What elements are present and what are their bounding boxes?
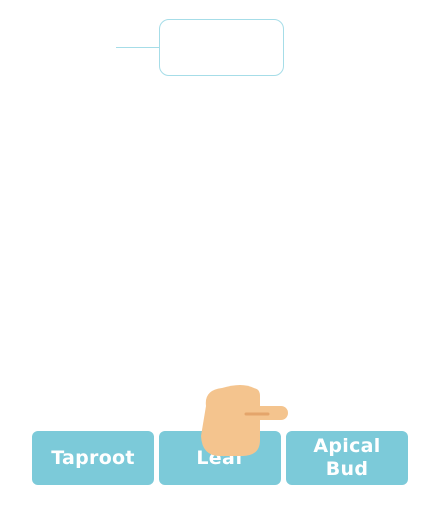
answer-drop-slot[interactable] (159, 19, 284, 76)
answer-label: Taproot (51, 446, 135, 469)
answer-choices: Taproot Leaf Apical Bud (32, 431, 408, 485)
answer-label: Leaf (196, 446, 244, 469)
answer-button-leaf[interactable]: Leaf (159, 431, 281, 485)
label-leader-line (116, 47, 160, 48)
answer-button-taproot[interactable]: Taproot (32, 431, 154, 485)
answer-label: Apical Bud (313, 435, 381, 480)
answer-button-apical-bud[interactable]: Apical Bud (286, 431, 408, 485)
